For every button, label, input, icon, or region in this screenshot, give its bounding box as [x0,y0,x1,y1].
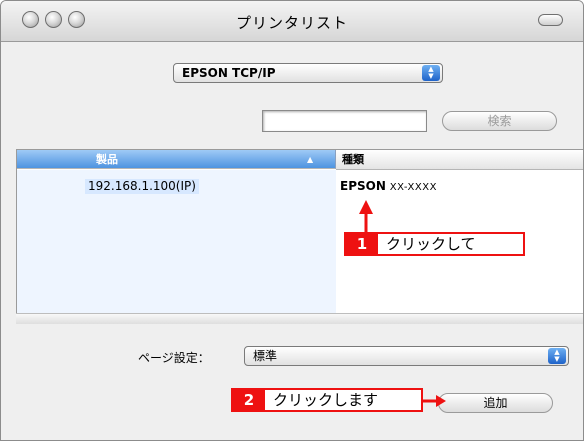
column-header-product[interactable]: 製品 ▲ [17,150,336,169]
protocol-select-value: EPSON TCP/IP [182,66,276,80]
printer-model: XX-XXXX [389,182,437,193]
up-down-arrows-icon: ▲ ▼ [548,348,566,364]
protocol-select[interactable]: EPSON TCP/IP ▲ ▼ [173,63,443,83]
up-down-arrows-icon: ▲ ▼ [422,65,440,81]
callout-2: 2 クリックします [231,388,423,412]
printer-list: 製品 ▲ 種類 192.168.1.100(IP) EPSON XX-XXXX [16,149,583,313]
printer-brand: EPSON [340,179,386,193]
printer-list-window: プリンタリスト EPSON TCP/IP ▲ ▼ 検索 製品 ▲ 種類 192.1… [0,0,584,441]
column-header-product-label: 製品 [96,153,118,166]
window-title: プリンタリスト [235,14,348,32]
callout-1-text: クリックして [386,235,476,253]
callout-2-text: クリックします [273,391,379,409]
search-input[interactable] [262,110,427,132]
callout-1-number: 1 [346,234,378,254]
callout-1: 1 クリックして [344,232,525,256]
column-header-kind-label: 種類 [342,153,364,166]
search-button[interactable]: 検索 [442,111,557,131]
add-button[interactable]: 追加 [438,393,553,413]
page-setup-label: ページ設定： [138,351,210,365]
page-setup-select[interactable]: 標準 ▲ ▼ [244,346,569,366]
list-divider [16,313,583,324]
page-setup-select-value: 標準 [253,349,278,363]
title-bar: プリンタリスト [1,1,583,42]
callout-2-number: 2 [233,390,265,410]
column-header-kind[interactable]: 種類 [336,150,583,170]
table-row-printer-ip[interactable]: 192.168.1.100(IP) [85,179,199,194]
toolbar-toggle-icon[interactable] [538,14,563,26]
sort-up-triangle-icon: ▲ [307,155,314,164]
table-row-printer-kind[interactable]: EPSON XX-XXXX [340,179,437,195]
